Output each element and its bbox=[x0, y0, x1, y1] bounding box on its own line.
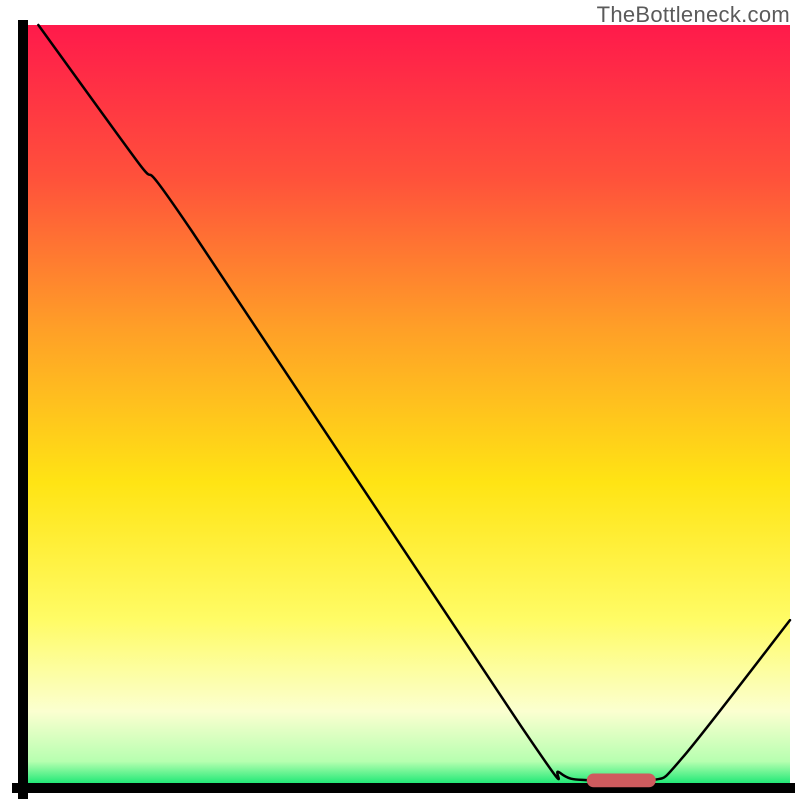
chart-container: TheBottleneck.com bbox=[0, 0, 800, 800]
plot-background bbox=[23, 25, 790, 788]
bottleneck-chart bbox=[0, 0, 800, 800]
optimal-marker bbox=[587, 774, 656, 788]
